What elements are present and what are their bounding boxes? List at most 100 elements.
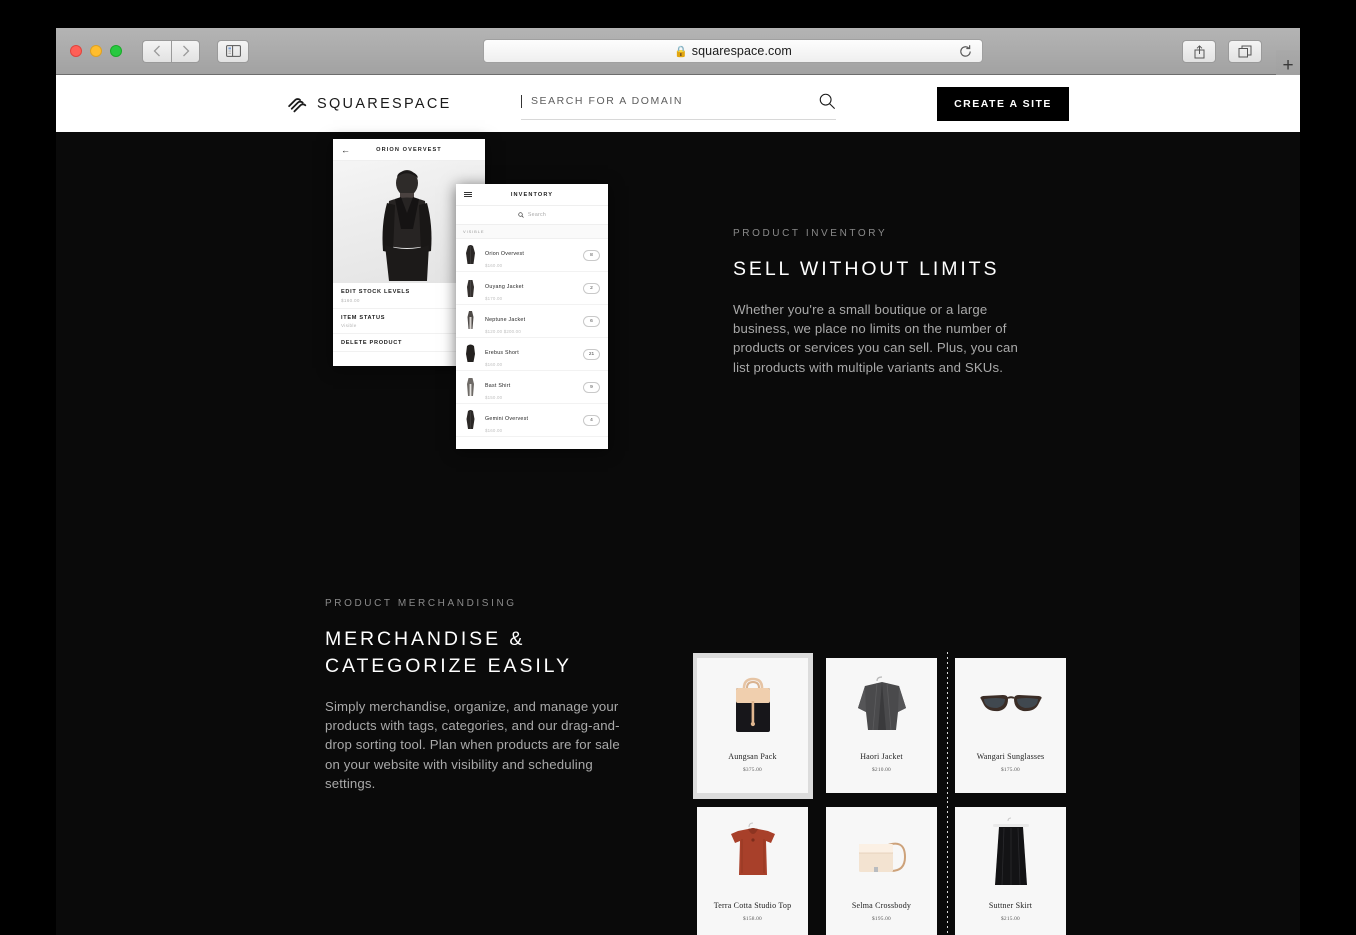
section-eyebrow: PRODUCT INVENTORY: [733, 228, 888, 239]
forward-button[interactable]: [171, 39, 200, 63]
product-thumbnail-icon: [464, 244, 477, 266]
product-price: $195.00: [872, 916, 891, 922]
site-header: SQUARESPACE SEARCH FOR A DOMAIN CREATE A…: [56, 75, 1300, 132]
inventory-row[interactable]: Ouyang Jacket $170.00 2: [456, 272, 608, 305]
product-card-slot[interactable]: Terra Cotta Studio Top $158.00: [697, 807, 811, 935]
toolbar-right-buttons: [1182, 40, 1262, 63]
product-name: Haori Jacket: [860, 752, 903, 761]
inventory-search-placeholder: Search: [527, 212, 547, 218]
product-card-aungsan-pack[interactable]: Aungsan Pack $375.00: [697, 658, 808, 793]
inventory-row[interactable]: Bast Shirt $150.00 9: [456, 371, 608, 404]
zoom-window-button[interactable]: [110, 45, 122, 57]
back-button[interactable]: [142, 39, 171, 63]
arrow-left-icon[interactable]: ←: [341, 145, 350, 155]
search-icon: [518, 212, 524, 218]
create-a-site-button[interactable]: CREATE A SITE: [937, 86, 1069, 121]
product-card-slot[interactable]: Haori Jacket $210.00: [826, 658, 940, 793]
product-image: [826, 658, 937, 752]
inventory-search-field[interactable]: Search: [456, 206, 608, 225]
phone-detail-title: ORION OVERVEST: [376, 146, 442, 153]
inventory-item-price: $160.00: [485, 262, 503, 268]
inventory-item-count: 6: [583, 315, 600, 327]
window-controls: [70, 45, 122, 57]
inventory-item-count: 4: [583, 414, 600, 426]
model-photo-icon: [382, 170, 432, 281]
sidebar-toggle-icon: [225, 45, 241, 57]
product-card-slot[interactable]: Aungsan Pack $375.00: [693, 653, 813, 799]
chevron-right-icon: [182, 45, 189, 57]
product-name: Wangari Sunglasses: [976, 752, 1045, 761]
product-grid: Aungsan Pack $375.00 Haori Jacket $210.0…: [693, 652, 1069, 935]
share-button[interactable]: [1182, 40, 1216, 63]
inventory-item-name: Bast Shirt: [485, 383, 511, 390]
product-card-haori-jacket[interactable]: Haori Jacket $210.00: [826, 658, 937, 793]
reload-icon[interactable]: [958, 44, 973, 59]
product-name: Suttner Skirt: [988, 901, 1033, 910]
inventory-row[interactable]: Neptune Jacket $120.00 $200.00 6: [456, 305, 608, 338]
inventory-row[interactable]: Orion Overvest $160.00 8: [456, 239, 608, 272]
phone-inventory-list: INVENTORY Search VISIBLE Orion Overvest: [456, 184, 608, 449]
search-icon[interactable]: [818, 92, 836, 110]
product-grid-row: Terra Cotta Studio Top $158.00 Selma Cro…: [697, 801, 1069, 935]
browser-window: 🔒 squarespace.com + SQUARESPACE SEARCH F…: [56, 28, 1300, 935]
product-thumbnail-icon: [464, 310, 477, 332]
sidebar-toggle-button[interactable]: [217, 39, 249, 63]
product-card-terra-cotta-studio-top[interactable]: Terra Cotta Studio Top $158.00: [697, 807, 808, 935]
product-card-wangari-sunglasses[interactable]: Wangari Sunglasses $175.00: [955, 658, 1066, 793]
backpack-icon: [735, 677, 770, 732]
chevron-left-icon: [153, 45, 160, 57]
product-card-slot[interactable]: Suttner Skirt $215.00: [947, 801, 1069, 935]
close-window-button[interactable]: [70, 45, 82, 57]
product-price: $375.00: [743, 767, 762, 773]
page-body: ← ORION OVERVEST EDIT STOCK LEVELS $160.…: [56, 132, 1300, 935]
product-thumbnail-icon: [464, 277, 477, 299]
inventory-row[interactable]: Erebus Short $160.00 21: [456, 338, 608, 371]
section-headline: MERCHANDISE & CATEGORIZE EASILY: [325, 628, 572, 677]
inventory-item-name: Neptune Jacket: [485, 317, 526, 324]
product-image: [955, 658, 1066, 752]
inventory-item-price: $160.00: [485, 427, 503, 433]
jacket-icon: [857, 676, 906, 731]
section-body: Whether you're a small boutique or a lar…: [733, 301, 1019, 375]
hamburger-menu-icon[interactable]: [464, 190, 472, 198]
product-card-selma-crossbody[interactable]: Selma Crossbody $195.00: [826, 807, 937, 935]
inventory-row[interactable]: Gemini Overvest $160.00 4: [456, 404, 608, 437]
inventory-item-count: 9: [583, 381, 600, 393]
product-image: [697, 658, 808, 752]
skirt-icon: [992, 817, 1029, 886]
product-price: $158.00: [743, 916, 762, 922]
product-name: Terra Cotta Studio Top: [713, 901, 792, 910]
product-card-slot[interactable]: Wangari Sunglasses $175.00: [947, 652, 1069, 800]
inventory-section-label: VISIBLE: [456, 225, 608, 239]
inventory-item-name: Gemini Overvest: [485, 416, 529, 423]
product-card-slot[interactable]: Selma Crossbody $195.00: [826, 807, 940, 935]
show-tabs-button[interactable]: [1228, 40, 1262, 63]
product-thumbnail-icon: [464, 409, 477, 431]
inventory-item-name: Erebus Short: [485, 350, 519, 357]
section-eyebrow: PRODUCT MERCHANDISING: [325, 598, 517, 609]
product-card-suttner-skirt[interactable]: Suttner Skirt $215.00: [955, 807, 1066, 935]
phone-inventory-title: INVENTORY: [510, 191, 554, 198]
drop-indicator-line: [947, 652, 948, 800]
inventory-item-price: $160.00: [485, 361, 503, 367]
domain-search-field[interactable]: SEARCH FOR A DOMAIN: [521, 87, 836, 120]
inventory-item-name: Ouyang Jacket: [485, 284, 524, 291]
inventory-item-price: $120.00 $200.00: [485, 328, 521, 334]
lock-icon: 🔒: [674, 45, 688, 58]
section-product-inventory: PRODUCT INVENTORY SELL WITHOUT LIMITS Wh…: [733, 228, 1033, 377]
inventory-item-price: $150.00: [485, 394, 503, 400]
address-bar[interactable]: 🔒 squarespace.com: [483, 39, 983, 63]
squarespace-logo[interactable]: SQUARESPACE: [286, 93, 452, 114]
minimize-window-button[interactable]: [90, 45, 102, 57]
share-icon: [1194, 44, 1204, 58]
section-body: Simply merchandise, organize, and manage…: [325, 698, 620, 791]
section-product-merchandising: PRODUCT MERCHANDISING MERCHANDISE & CATE…: [325, 598, 625, 793]
squarespace-logo-icon: [288, 98, 307, 113]
product-grid-row: Aungsan Pack $375.00 Haori Jacket $210.0…: [693, 652, 1069, 800]
sunglasses-icon: [979, 695, 1042, 712]
product-image: [697, 807, 808, 901]
product-thumbnail-icon: [464, 376, 477, 398]
product-price: $175.00: [1001, 767, 1020, 773]
logo-text: SQUARESPACE: [317, 95, 452, 112]
product-price: $210.00: [872, 767, 891, 773]
